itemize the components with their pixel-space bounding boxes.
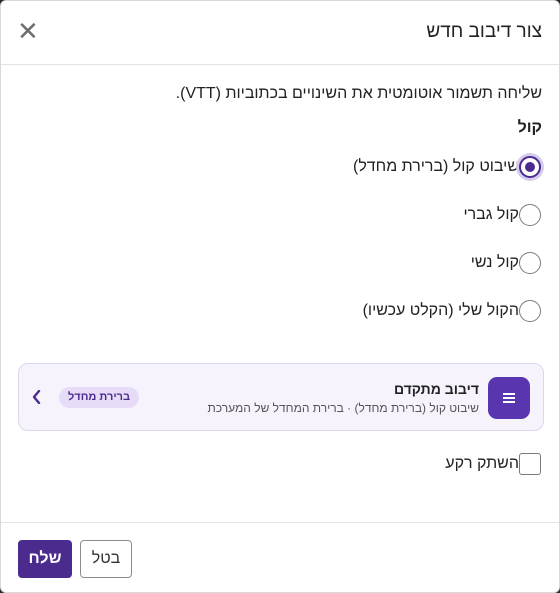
dialog-title: צור דיבוב חדש xyxy=(426,21,542,42)
create-dub-dialog: צור דיבוב חדש ✕ שליחה תשמור אוטומטית את … xyxy=(0,0,560,593)
radio-button[interactable] xyxy=(519,156,541,178)
advanced-dubbing-card[interactable]: דיבוב מתקדם שיבוט קול (ברירת מחדל) · ברי… xyxy=(18,363,544,431)
mute-background-option[interactable]: השתק רקע xyxy=(445,452,541,476)
voice-label: קול xyxy=(517,119,542,136)
radio-button[interactable] xyxy=(519,252,541,274)
advanced-dubbing-subtitle: שיבוט קול (ברירת מחדל) · ברירת המחדל של … xyxy=(207,401,479,415)
voice-option-my-voice[interactable]: הקול שלי (הקלט עכשיו) xyxy=(362,299,541,323)
radio-button[interactable] xyxy=(519,300,541,322)
send-button[interactable]: שלח xyxy=(18,540,72,578)
dialog-description: שליחה תשמור אוטומטית את השינויים בכתוביו… xyxy=(175,85,542,102)
close-icon[interactable]: ✕ xyxy=(17,18,39,44)
voice-option-label: הקול שלי (הקלט עכשיו) xyxy=(362,302,519,319)
voice-option-label: שיבוט קול (ברירת מחדל) xyxy=(352,158,519,175)
voice-option-female[interactable]: קול נשי xyxy=(470,251,541,275)
dialog-footer: שלח בטל xyxy=(1,522,559,592)
mute-background-label: השתק רקע xyxy=(445,455,519,472)
list-icon xyxy=(488,377,530,419)
voice-option-clone[interactable]: שיבוט קול (ברירת מחדל) xyxy=(352,155,541,179)
voice-option-label: קול נשי xyxy=(470,254,519,271)
voice-option-label: קול גברי xyxy=(463,206,519,223)
dialog-header: צור דיבוב חדש ✕ xyxy=(1,1,559,65)
chevron-left-icon[interactable] xyxy=(32,385,44,409)
cancel-button[interactable]: בטל xyxy=(80,540,132,578)
mute-background-checkbox[interactable] xyxy=(519,453,541,475)
default-badge: ברירת מחדל xyxy=(59,387,140,408)
advanced-dubbing-title: דיבוב מתקדם xyxy=(393,381,479,397)
radio-button[interactable] xyxy=(519,204,541,226)
voice-option-male[interactable]: קול גברי xyxy=(463,203,541,227)
